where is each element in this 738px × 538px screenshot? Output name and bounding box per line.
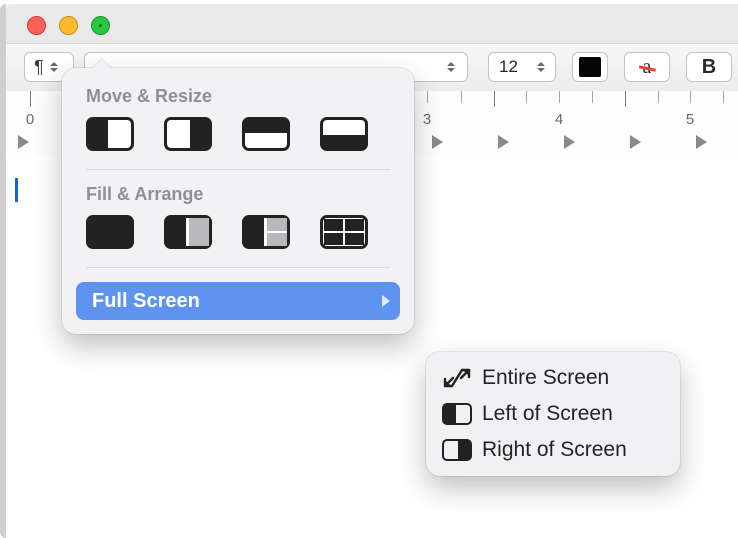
window-layout-popover: Move & Resize Fill & Arrange Full Screen: [62, 68, 414, 334]
entire-screen-label: Entire Screen: [482, 366, 609, 390]
ruler-label: 4: [555, 111, 563, 128]
tab-stop-marker[interactable]: [630, 135, 641, 149]
tab-stop-marker[interactable]: [498, 135, 509, 149]
left-half-icon: [442, 403, 472, 425]
zoom-window-button[interactable]: [91, 16, 110, 35]
tab-stop-marker[interactable]: [696, 135, 707, 149]
bold-icon: B: [702, 56, 716, 79]
tab-stop-marker[interactable]: [432, 135, 443, 149]
arrange-left-quarters-button[interactable]: [242, 215, 290, 249]
title-bar[interactable]: [6, 4, 738, 43]
traffic-lights: [27, 16, 110, 35]
font-size-value: 12: [499, 57, 518, 77]
tile-top-half-button[interactable]: [242, 117, 290, 151]
tile-left-half-button[interactable]: [86, 117, 134, 151]
color-swatch-icon: [579, 57, 601, 77]
expand-arrows-icon: [442, 367, 472, 389]
right-half-icon: [442, 439, 472, 461]
right-of-screen-item[interactable]: Right of Screen: [434, 432, 672, 468]
text-cursor: [15, 178, 18, 202]
strikethrough-color-button[interactable]: a: [624, 52, 670, 82]
minimize-window-button[interactable]: [59, 16, 78, 35]
font-size-select[interactable]: 12: [488, 52, 556, 82]
separator: [86, 169, 390, 170]
tab-stop-marker[interactable]: [564, 135, 575, 149]
entire-screen-item[interactable]: Entire Screen: [434, 360, 672, 396]
move-resize-heading: Move & Resize: [86, 86, 390, 107]
tile-bottom-half-button[interactable]: [320, 117, 368, 151]
fill-arrange-heading: Fill & Arrange: [86, 184, 390, 205]
chevron-right-icon: [382, 295, 390, 307]
ruler-label: 5: [686, 111, 694, 128]
chevron-up-down-icon: [537, 62, 545, 72]
ruler-label: 0: [26, 111, 34, 128]
chevron-up-down-icon: [50, 62, 58, 72]
pilcrow-icon: ¶: [34, 57, 44, 78]
ruler-label: 3: [423, 111, 431, 128]
left-of-screen-item[interactable]: Left of Screen: [434, 396, 672, 432]
bold-button[interactable]: B: [686, 52, 732, 82]
strikethrough-icon: a: [643, 56, 652, 79]
chevron-up-down-icon: [447, 62, 455, 72]
separator: [86, 267, 390, 268]
close-window-button[interactable]: [27, 16, 46, 35]
text-color-well[interactable]: [572, 52, 608, 82]
full-screen-label: Full Screen: [92, 290, 200, 313]
tile-right-half-button[interactable]: [164, 117, 212, 151]
right-of-screen-label: Right of Screen: [482, 438, 627, 462]
tab-stop-marker[interactable]: [18, 135, 29, 149]
fill-screen-button[interactable]: [86, 215, 134, 249]
full-screen-menu-item[interactable]: Full Screen: [76, 282, 400, 320]
left-of-screen-label: Left of Screen: [482, 402, 613, 426]
arrange-quarters-button[interactable]: [320, 215, 368, 249]
arrange-left-right-button[interactable]: [164, 215, 212, 249]
full-screen-submenu: Entire Screen Left of Screen Right of Sc…: [426, 352, 680, 476]
